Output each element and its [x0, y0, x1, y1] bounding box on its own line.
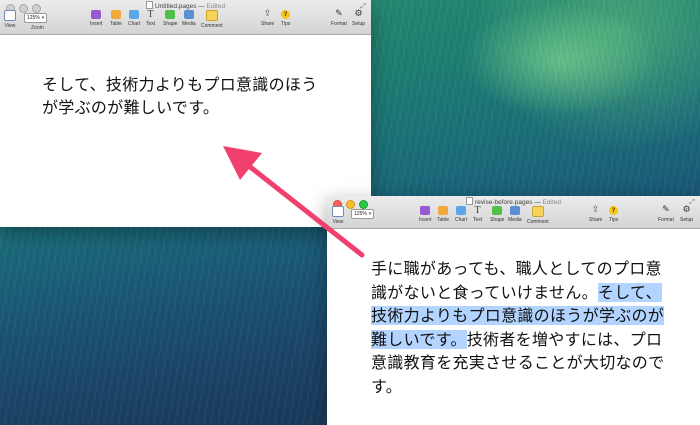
text-label: Text — [146, 21, 156, 27]
zoom-value: 125% — [354, 211, 367, 217]
tips-label: Tips — [281, 21, 291, 27]
document-name: revise-before.pages — [474, 199, 533, 206]
shape-icon — [165, 10, 176, 19]
share-icon: ⇪ — [591, 205, 600, 215]
view-label: View — [332, 219, 344, 225]
comment-label: Comment — [201, 23, 223, 29]
shape-label: Shape — [490, 217, 505, 223]
pages-window-untitled[interactable]: Untitled.pages — Edited ⤢ View 125% ▾ Zoo… — [0, 0, 371, 227]
format-button[interactable]: ✎ Format — [658, 205, 674, 224]
media-button[interactable]: Media — [508, 206, 522, 223]
zoom-value: 125% — [27, 15, 40, 21]
insert-button[interactable]: Insert — [419, 206, 432, 223]
format-label: Format — [331, 21, 347, 27]
table-label: Table — [437, 217, 449, 223]
share-button[interactable]: ⇪ Share — [589, 205, 603, 224]
edited-status: Edited — [206, 3, 226, 10]
chart-button[interactable]: Chart — [455, 206, 467, 223]
view-label: View — [4, 23, 16, 29]
setup-button[interactable]: ⚙ Setup — [680, 205, 694, 224]
chart-icon — [129, 10, 140, 19]
tips-button[interactable]: ? Tips — [281, 10, 290, 27]
chart-button[interactable]: Chart — [128, 10, 140, 27]
share-label: Share — [261, 21, 275, 27]
gear-icon: ⚙ — [682, 205, 691, 215]
comment-label: Comment — [527, 219, 549, 225]
text-label: Text — [473, 217, 483, 223]
shape-label: Shape — [163, 21, 178, 27]
edited-status: Edited — [542, 199, 561, 206]
pages-window-revise-before[interactable]: revise-before.pages — Edited ⤢ View 125%… — [327, 196, 700, 425]
share-label: Share — [589, 217, 603, 223]
chart-icon — [456, 206, 467, 215]
setup-button[interactable]: ⚙ Setup — [352, 9, 366, 28]
view-button[interactable]: View — [332, 206, 344, 225]
text-button[interactable]: T Text — [146, 9, 156, 28]
text-icon: T — [147, 9, 154, 20]
document-icon — [145, 1, 153, 9]
window-titlebar[interactable]: Untitled.pages — Edited ⤢ View 125% ▾ Zoo… — [0, 0, 371, 35]
tips-button[interactable]: ? Tips — [609, 206, 618, 223]
table-button[interactable]: Table — [437, 206, 449, 223]
table-icon — [110, 10, 121, 19]
setup-label: Setup — [680, 217, 694, 223]
text-button[interactable]: T Text — [473, 205, 483, 224]
toolbar: View 125% ▾ Insert Table Chart T Text Sh… — [327, 206, 700, 228]
document-canvas[interactable]: 手に職があっても、職人としてのプロ意識がないと食っていけません。そして、技術力よ… — [327, 229, 700, 425]
table-icon — [437, 206, 448, 215]
zoom-select[interactable]: 125% ▾ — [24, 13, 48, 23]
view-icon — [4, 10, 16, 21]
document-paragraph[interactable]: 手に職があっても、職人としてのプロ意識がないと食っていけません。そして、技術力よ… — [371, 257, 676, 398]
zoom-select[interactable]: 125% ▾ — [351, 209, 375, 219]
window-titlebar[interactable]: revise-before.pages — Edited ⤢ View 125%… — [327, 196, 700, 229]
toolbar: View 125% ▾ Zoom Insert Table Chart T Te… — [0, 10, 371, 34]
text-icon: T — [474, 205, 481, 216]
gear-icon: ⚙ — [354, 9, 363, 19]
format-button[interactable]: ✎ Format — [331, 9, 347, 28]
table-label: Table — [110, 21, 122, 27]
paintbrush-icon: ✎ — [662, 205, 670, 215]
chevron-down-icon: ▾ — [41, 15, 45, 21]
window-title: Untitled.pages — Edited — [0, 1, 371, 10]
insert-label: Insert — [419, 217, 432, 223]
zoom-label-wrap: Zoom — [31, 23, 44, 31]
tips-icon: ? — [609, 206, 619, 215]
shape-button[interactable]: Shape — [163, 10, 177, 27]
view-icon — [332, 206, 344, 217]
document-name: Untitled.pages — [154, 3, 197, 10]
document-canvas[interactable]: そして、技術力よりもプロ意識のほうが学ぶのが難しいです。 — [0, 35, 371, 227]
share-button[interactable]: ⇪ Share — [261, 9, 275, 28]
document-icon — [465, 197, 473, 205]
insert-button[interactable]: Insert — [90, 10, 103, 27]
document-text[interactable]: そして、技術力よりもプロ意識のほうが学ぶのが難しいです。 — [42, 73, 332, 119]
tips-icon: ? — [281, 10, 291, 19]
share-icon: ⇪ — [263, 9, 272, 19]
insert-icon — [91, 10, 102, 19]
table-button[interactable]: Table — [110, 10, 122, 27]
comment-button[interactable]: Comment — [527, 206, 549, 225]
comment-button[interactable]: Comment — [201, 10, 223, 29]
setup-label: Setup — [352, 21, 366, 27]
paintbrush-icon: ✎ — [335, 9, 343, 19]
view-button[interactable]: View — [4, 10, 16, 29]
format-label: Format — [658, 217, 674, 223]
chart-label: Chart — [128, 21, 141, 27]
media-icon — [183, 10, 194, 19]
insert-icon — [420, 206, 431, 215]
shape-button[interactable]: Shape — [490, 206, 504, 223]
media-label: Media — [508, 217, 522, 223]
chevron-down-icon: ▾ — [368, 211, 372, 217]
chart-label: Chart — [455, 217, 468, 223]
tips-label: Tips — [609, 217, 619, 223]
zoom-label: Zoom — [31, 25, 44, 31]
media-label: Media — [182, 21, 196, 27]
media-icon — [509, 206, 520, 215]
window-title: revise-before.pages — Edited — [327, 197, 700, 206]
media-button[interactable]: Media — [182, 10, 196, 27]
comment-icon — [205, 10, 218, 21]
shape-icon — [492, 206, 503, 215]
comment-icon — [531, 206, 544, 217]
insert-label: Insert — [90, 21, 103, 27]
